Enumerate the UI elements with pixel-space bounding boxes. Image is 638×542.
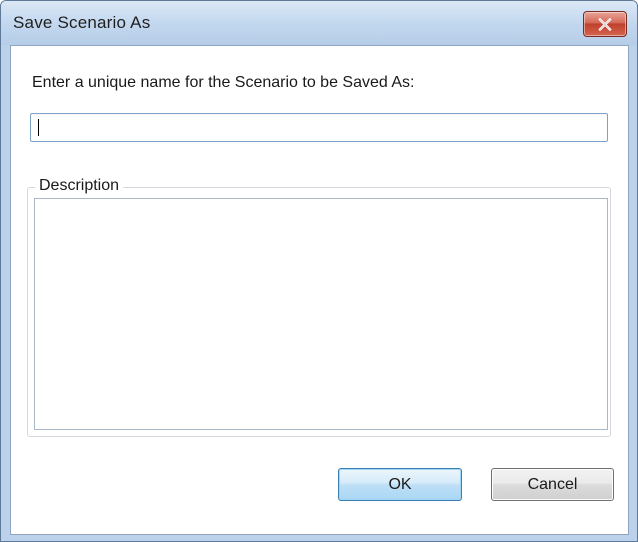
text-caret [38,119,39,136]
close-icon [598,17,612,31]
dialog-body: Enter a unique name for the Scenario to … [10,45,629,535]
dialog-title: Save Scenario As [13,13,151,32]
scenario-name-input[interactable] [30,113,608,142]
description-label: Description [35,177,124,195]
close-button[interactable] [583,11,627,37]
description-field[interactable] [34,198,608,430]
ok-button[interactable]: OK [338,468,462,501]
cancel-button[interactable]: Cancel [491,468,614,501]
save-scenario-dialog: Save Scenario As Enter a unique name for… [0,0,638,542]
name-prompt-label: Enter a unique name for the Scenario to … [32,74,415,91]
title-bar[interactable]: Save Scenario As [1,1,637,45]
